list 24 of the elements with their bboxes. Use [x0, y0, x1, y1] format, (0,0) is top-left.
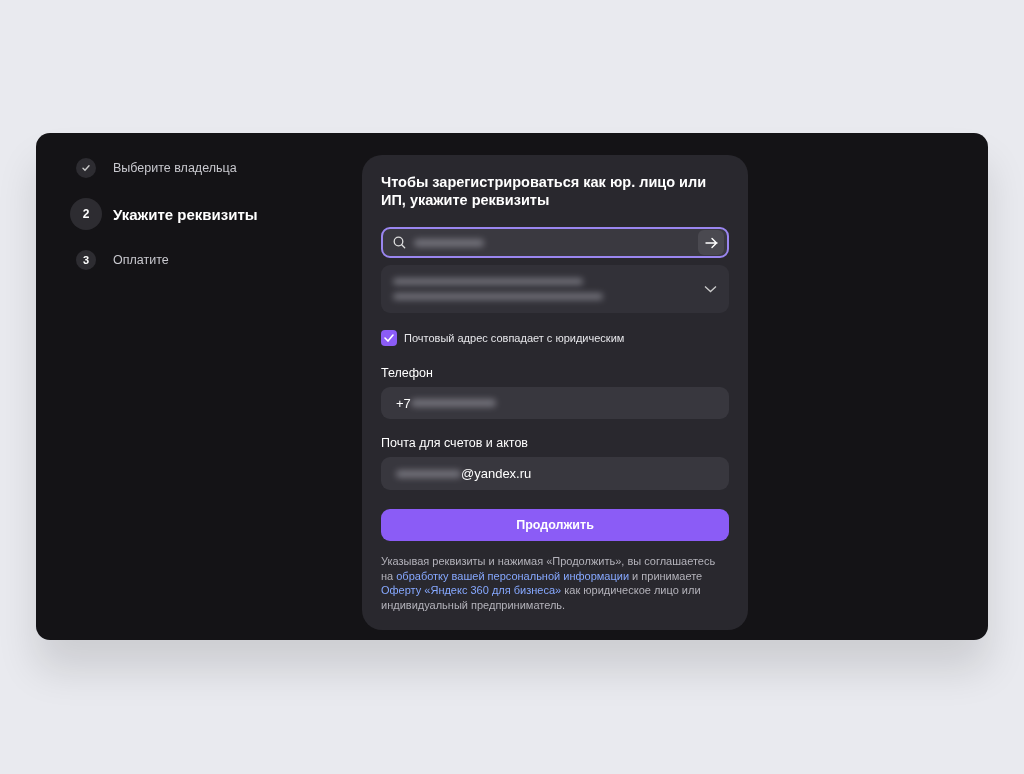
consent-link[interactable]: обработку вашей персональной информации	[396, 569, 630, 582]
arrow-button[interactable]	[698, 230, 724, 256]
check-icon	[384, 333, 394, 342]
email-field[interactable]: @yandex.ru	[381, 457, 729, 491]
phone-field[interactable]: +7	[381, 386, 729, 420]
continue-button[interactable]: Продолжить	[381, 509, 729, 541]
step-label: Выберите владельца	[113, 161, 237, 175]
consent-link[interactable]: Оферту «Яндекс 360 для бизнеса»	[381, 584, 562, 596]
chevron-down-icon	[704, 284, 717, 293]
checkbox-label: Почтовый адрес совпадает с юридическим	[404, 331, 625, 344]
blurred-text	[396, 469, 461, 478]
consent-text: Указывая реквизиты и нажимая «Продолжить», вы соглашаетесь на обработку вашей персональной информации и принимаете Оферту «Яндекс 360 для бизнеса» как юридическое лицо или индивидуальный предприниматель.	[381, 554, 717, 612]
step-number: 2	[70, 198, 102, 230]
field-label: Телефон	[381, 365, 434, 380]
step-label: Укажите реквизиты	[113, 205, 258, 223]
field-label: Почта для счетов и актов	[381, 436, 529, 451]
step-label: Оплатите	[113, 253, 169, 267]
search-icon	[393, 236, 406, 250]
form-title: Чтобы зарегистрироваться как юр. лицо или ИП, укажите реквизиты	[381, 173, 708, 209]
search-field[interactable]	[381, 227, 729, 259]
blurred-text	[414, 238, 484, 247]
arrow-right-icon	[704, 236, 718, 249]
step-number: 3	[76, 250, 96, 270]
checkbox[interactable]	[381, 329, 397, 346]
